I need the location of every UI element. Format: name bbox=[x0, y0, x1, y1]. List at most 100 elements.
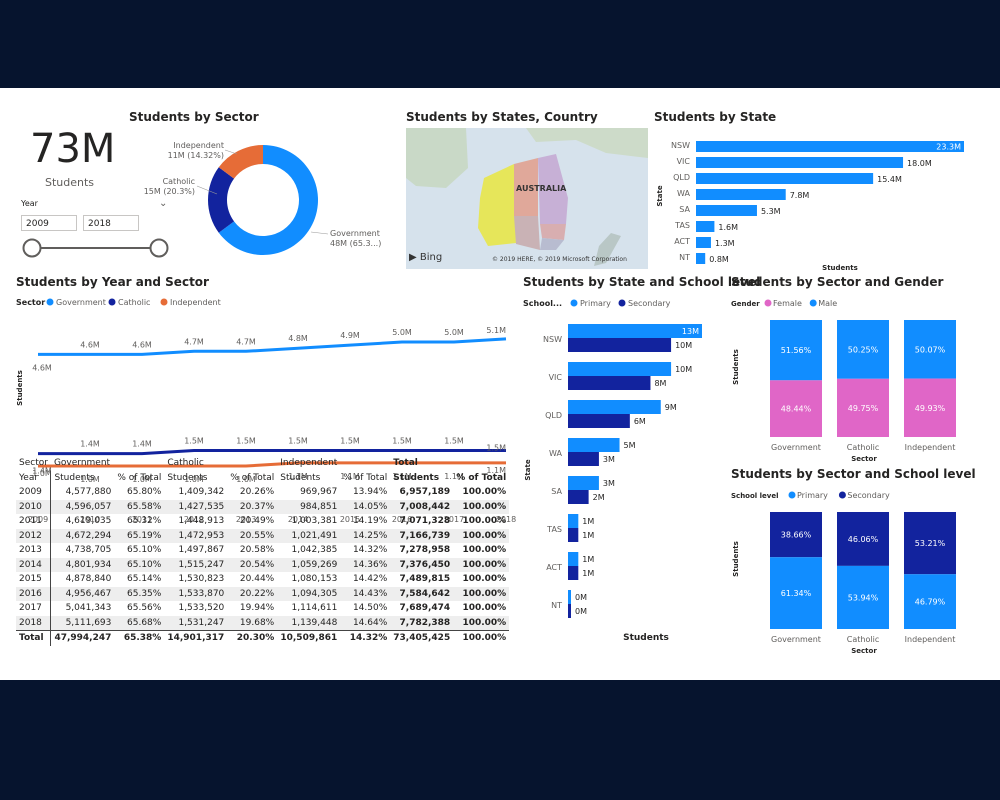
matrix-cell: 14.32% bbox=[340, 630, 391, 646]
sl-bar-label: 3M bbox=[603, 479, 615, 488]
matrix-body: 2009 4,577,880 65.80% 1,409,342 20.26% 969,96… bbox=[16, 485, 510, 646]
stack-bar-label: 50.07% bbox=[915, 345, 946, 354]
matrix-cell: 14.42% bbox=[352, 574, 388, 585]
matrix-cell: 7,071,328 bbox=[399, 516, 451, 527]
line-data-label: 5.1M bbox=[486, 326, 506, 335]
line-data-label: 1.5M bbox=[486, 444, 506, 453]
matrix-cell: 7,376,450 bbox=[390, 557, 454, 572]
matrix-cell: 4,596,057 bbox=[50, 499, 115, 514]
donut-label-name: Independent bbox=[173, 141, 224, 150]
state-bar-label: 15.4M bbox=[877, 175, 902, 184]
matrix-cell: 14.50% bbox=[352, 603, 388, 614]
line-data-label: 1.4M bbox=[132, 440, 152, 449]
matrix-cell: 1,515,247 bbox=[164, 557, 228, 572]
matrix-cell: 65.56% bbox=[127, 603, 162, 614]
matrix-cell: 969,967 bbox=[300, 487, 338, 498]
sl-bar-secondary bbox=[568, 452, 599, 466]
matrix-cell: 7,278,958 bbox=[399, 545, 451, 556]
matrix-cell: 100.00% bbox=[453, 528, 510, 543]
matrix-cell: 2018 bbox=[16, 615, 52, 631]
sector-level-chart: School level Primary Secondary Students 38.6… bbox=[731, 491, 956, 655]
matrix-h2-col: % of Total bbox=[456, 472, 507, 483]
matrix-cell: 19.68% bbox=[227, 615, 278, 631]
matrix-cell: 7,489,815 bbox=[399, 574, 451, 585]
stack-category-label: Independent bbox=[905, 443, 956, 452]
sl-bar-label: 8M bbox=[654, 379, 666, 388]
sl-bar-label: 10M bbox=[675, 341, 692, 350]
matrix-h1-col bbox=[227, 456, 277, 471]
table-row: 2009 4,577,880 65.80% 1,409,342 20.26% 969,96… bbox=[16, 485, 509, 500]
state-bar-label: 1.6M bbox=[718, 223, 738, 232]
matrix-cell: 20.30% bbox=[227, 630, 278, 646]
matrix-cell: 14.43% bbox=[340, 586, 391, 601]
map-land-north bbox=[406, 128, 468, 188]
map-title: Students by States, Country bbox=[406, 110, 598, 124]
state-axis-title-y: State bbox=[656, 185, 664, 206]
matrix-cell: 100.00% bbox=[453, 615, 510, 631]
line-legend-label: Independent bbox=[170, 298, 221, 307]
matrix-h1-col bbox=[340, 456, 390, 471]
line-data-label: 5.0M bbox=[392, 328, 412, 337]
students-matrix: Sector Government Catholic Independent T… bbox=[16, 456, 510, 646]
matrix-cell: 14.32% bbox=[352, 545, 388, 556]
matrix-h2-col: % of Total bbox=[230, 472, 275, 483]
sl-category-label: QLD bbox=[545, 411, 562, 420]
stack-legend-dot bbox=[764, 299, 772, 307]
sl-bar-primary bbox=[568, 590, 571, 604]
state-category-label: WA bbox=[677, 189, 690, 198]
slicer-handle-start[interactable] bbox=[22, 238, 42, 258]
table-row: 2013 4,738,705 65.10% 1,497,867 20.58% 1,042,… bbox=[16, 543, 509, 558]
donut-leader-line bbox=[310, 231, 329, 235]
table-row: 2010 4,596,057 65.58% 1,427,535 20.37% 984,85… bbox=[16, 499, 510, 514]
stack-bar-label: 53.94% bbox=[848, 593, 879, 602]
sl-bar-label: 0M bbox=[575, 607, 587, 616]
sl-bar-secondary bbox=[568, 338, 672, 352]
matrix-cell: 65.38% bbox=[114, 630, 165, 646]
matrix-cell: 20.54% bbox=[227, 557, 278, 572]
matrix-cell: 1,114,611 bbox=[291, 603, 338, 614]
stack-category-label: Catholic bbox=[847, 443, 879, 452]
stack-bar-label: 46.06% bbox=[848, 535, 879, 544]
matrix-cell: 100.00% bbox=[462, 487, 507, 498]
line-data-label: 4.6M bbox=[32, 363, 52, 372]
matrix-cell: 1,003,381 bbox=[291, 516, 338, 527]
sl-bar-primary bbox=[568, 476, 599, 490]
australia-map[interactable]: AUSTRALIA ▶ Bing © 2019 HERE, © 2019 Mic… bbox=[406, 128, 648, 269]
stack-legend-dot bbox=[809, 299, 817, 307]
sl-bar-primary bbox=[568, 362, 672, 376]
stack-bar-label: 49.75% bbox=[848, 404, 879, 413]
state-category-label: QLD bbox=[673, 173, 690, 182]
line-series bbox=[38, 449, 506, 456]
state-level-bar-chart: School... Primary Secondary State NSW 13M 10M V… bbox=[523, 299, 702, 643]
sl-bar-secondary bbox=[568, 490, 589, 504]
map-state-nsw bbox=[540, 224, 566, 240]
state-category-label: NT bbox=[679, 253, 690, 262]
matrix-cell: 20.22% bbox=[227, 586, 278, 601]
matrix-cell: 100.00% bbox=[462, 574, 507, 585]
donut-label-value: 11M (14.32%) bbox=[168, 151, 224, 160]
matrix-cell: 1,139,448 bbox=[277, 615, 341, 631]
line-data-label: 4.8M bbox=[288, 334, 308, 343]
matrix-cell: 4,956,467 bbox=[50, 586, 115, 601]
kpi-value: 73M bbox=[30, 126, 116, 172]
matrix-cell: 20.55% bbox=[227, 528, 278, 543]
sl-bar-label: 1M bbox=[582, 517, 594, 526]
state-bar-label: 23.3M bbox=[936, 143, 961, 152]
matrix-cell: 7,782,388 bbox=[390, 615, 454, 631]
state-bar bbox=[696, 205, 757, 216]
state-category-label: NSW bbox=[671, 141, 690, 150]
state-bar bbox=[696, 173, 874, 184]
matrix-h2-col: % of Total bbox=[117, 472, 162, 483]
matrix-cell: 984,851 bbox=[277, 499, 341, 514]
stack-bar-label: 46.79% bbox=[915, 598, 946, 607]
matrix-cell: 4,738,705 bbox=[65, 545, 112, 556]
sector-gender-chart: Gender Female Male Students 51.56% 48.44% Gove… bbox=[731, 299, 956, 463]
matrix-cell: 1,533,520 bbox=[178, 603, 225, 614]
stack-bar-label: 38.66% bbox=[781, 531, 812, 540]
sector-gender-title: Students by Sector and Gender bbox=[731, 275, 944, 289]
bing-text: Bing bbox=[419, 252, 443, 263]
matrix-cell: 65.10% bbox=[114, 557, 165, 572]
matrix-h1-col: Government bbox=[53, 458, 111, 469]
donut-label-name: Government bbox=[330, 229, 380, 238]
slicer-from-input[interactable]: 2009 bbox=[21, 215, 77, 231]
